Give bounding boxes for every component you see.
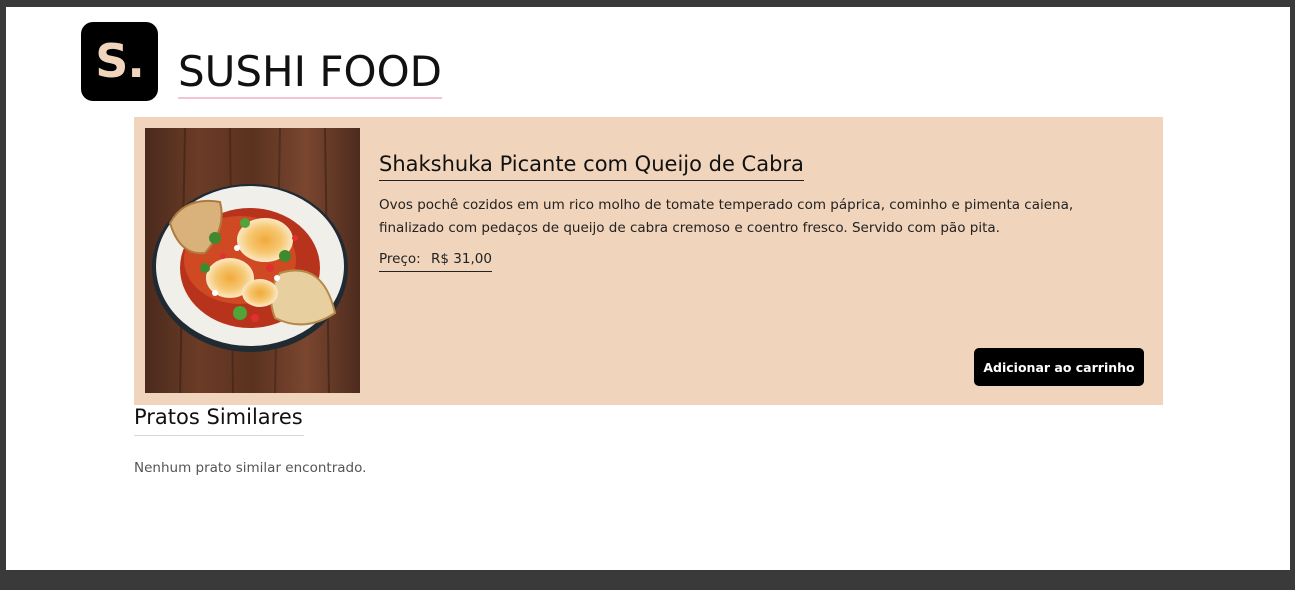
similar-dishes-empty-message: Nenhum prato similar encontrado. [134,460,367,476]
price-value: R$ 31,00 [431,251,492,267]
dish-title: Shakshuka Picante com Queijo de Cabra [379,152,804,181]
brand-title: SUSHI FOOD [178,51,442,99]
dish-photo-illustration [145,128,360,393]
add-to-cart-button[interactable]: Adicionar ao carrinho [974,348,1144,386]
brand-logo[interactable]: S. [81,22,158,101]
dish-description: Ovos pochê cozidos em um rico molho de t… [379,197,1074,236]
dish-card: Shakshuka Picante com Queijo de Cabra Ov… [134,117,1163,405]
dish-image [145,128,360,393]
price-label: Preço: [379,251,421,267]
similar-dishes-heading: Pratos Similares [134,405,304,436]
page-frame: S. SUSHI FOOD Shakshuka Picante com Quei… [6,7,1290,570]
logo-letter: S. [95,33,145,88]
dish-price: Preço: R$ 31,00 [379,251,492,272]
